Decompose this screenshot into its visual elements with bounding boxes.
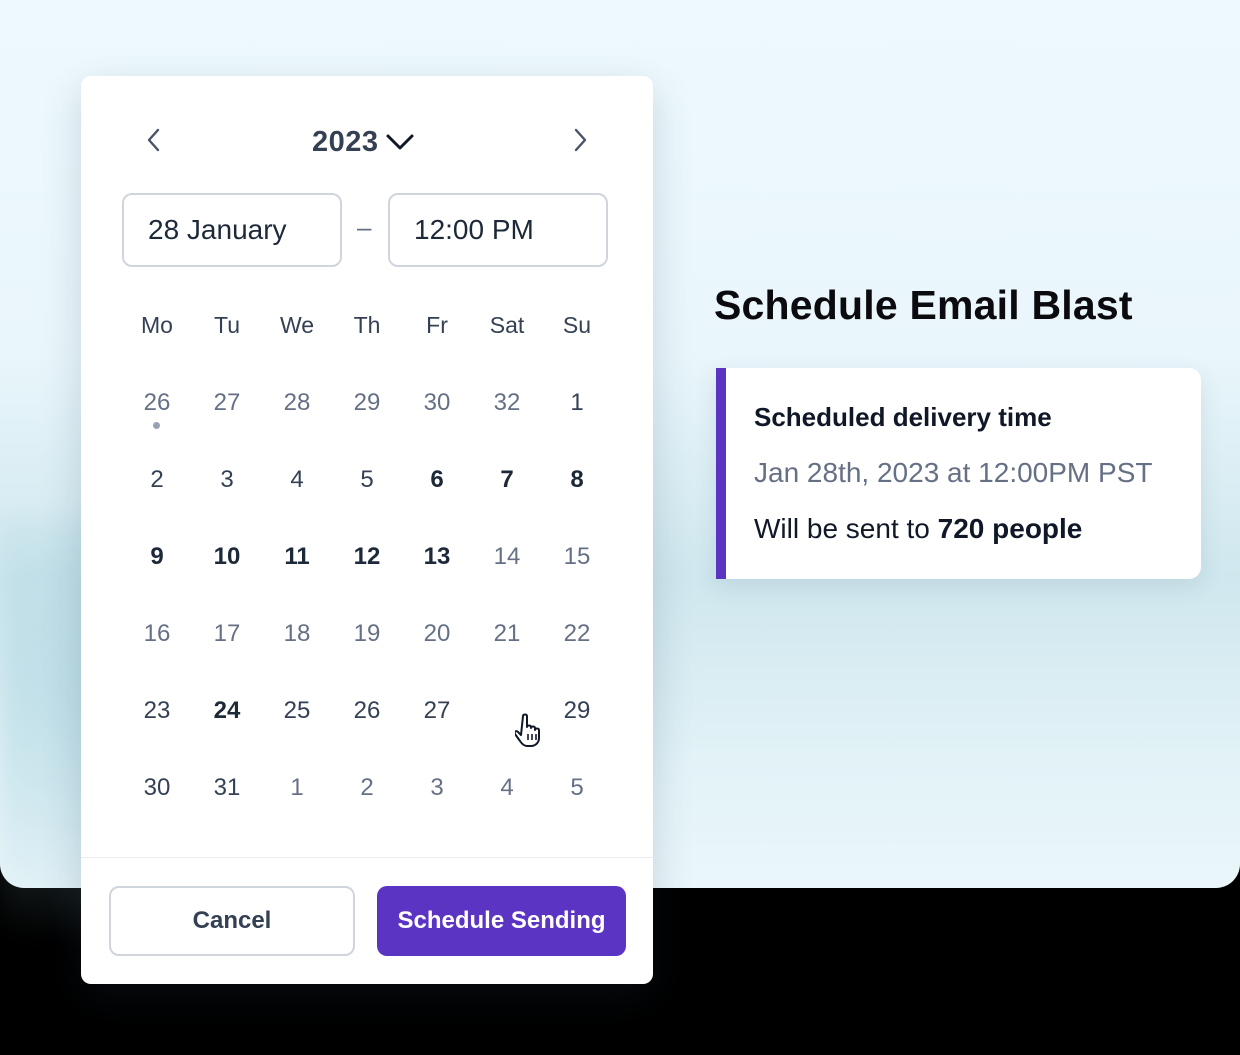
day-cell[interactable]: 22 bbox=[542, 599, 612, 669]
day-cell[interactable]: 20 bbox=[402, 599, 472, 669]
day-cell[interactable]: 14 bbox=[472, 522, 542, 592]
weekday-label: Fr bbox=[426, 312, 448, 338]
schedule-sending-button[interactable]: Schedule Sending bbox=[377, 886, 626, 956]
day-cell[interactable]: 31 bbox=[192, 753, 262, 823]
day-cell[interactable]: 1 bbox=[262, 753, 332, 823]
day-cell[interactable]: 10 bbox=[192, 522, 262, 592]
date-input[interactable]: 28 January bbox=[122, 193, 342, 267]
day-cell[interactable]: 1 bbox=[542, 368, 612, 438]
day-cell[interactable]: 2 bbox=[332, 753, 402, 823]
day-cell[interactable]: 18 bbox=[262, 599, 332, 669]
day-cell[interactable]: 29 bbox=[542, 676, 612, 746]
day-cell[interactable]: 8 bbox=[542, 445, 612, 515]
footer-divider bbox=[81, 857, 653, 858]
next-year-button[interactable] bbox=[566, 126, 594, 154]
day-cell[interactable]: 11 bbox=[262, 522, 332, 592]
day-cell[interactable]: 16 bbox=[122, 599, 192, 669]
cancel-button[interactable]: Cancel bbox=[109, 886, 355, 956]
recipient-summary: Will be sent to 720 people bbox=[754, 513, 1082, 545]
delivery-datetime: Jan 28th, 2023 at 12:00PM PST bbox=[754, 457, 1153, 488]
day-cell[interactable]: 4 bbox=[262, 445, 332, 515]
day-cell[interactable]: 28 bbox=[262, 368, 332, 438]
day-cell[interactable]: 7 bbox=[472, 445, 542, 515]
weekday-label: Tu bbox=[214, 312, 240, 338]
weekday-label: We bbox=[279, 312, 315, 338]
page-title: Schedule Email Blast bbox=[714, 282, 1133, 328]
day-cell[interactable]: 17 bbox=[192, 599, 262, 669]
day-cell[interactable]: 24 bbox=[192, 676, 262, 746]
day-cell[interactable]: 32 bbox=[472, 368, 542, 438]
event-indicator-dot bbox=[153, 422, 160, 429]
chevron-down-icon bbox=[386, 134, 414, 150]
day-cell[interactable]: 5 bbox=[332, 445, 402, 515]
day-cell[interactable]: 3 bbox=[402, 753, 472, 823]
prev-year-button[interactable] bbox=[140, 126, 168, 154]
range-separator: – bbox=[357, 212, 372, 242]
day-cell[interactable]: 19 bbox=[332, 599, 402, 669]
delivery-card-title: Scheduled delivery time bbox=[754, 402, 1052, 432]
day-cell[interactable]: 12 bbox=[332, 522, 402, 592]
day-cell[interactable]: 26 bbox=[332, 676, 402, 746]
day-cell[interactable]: 3 bbox=[192, 445, 262, 515]
chevron-left-icon bbox=[147, 128, 160, 152]
day-cell[interactable]: 25 bbox=[262, 676, 332, 746]
weekday-label: Th bbox=[353, 312, 381, 338]
weekday-label: Su bbox=[562, 312, 592, 338]
day-cell[interactable]: 13 bbox=[402, 522, 472, 592]
day-cell[interactable]: 9 bbox=[122, 522, 192, 592]
hand-pointer-icon bbox=[515, 713, 540, 747]
day-cell[interactable]: 23 bbox=[122, 676, 192, 746]
day-cell[interactable]: 4 bbox=[472, 753, 542, 823]
day-cell[interactable]: 6 bbox=[402, 445, 472, 515]
weekday-label: Mo bbox=[141, 312, 173, 338]
day-cell[interactable]: 21 bbox=[472, 599, 542, 669]
day-cell[interactable]: 29 bbox=[332, 368, 402, 438]
time-input[interactable]: 12:00 PM bbox=[388, 193, 608, 267]
year-dropdown[interactable]: 2023 bbox=[312, 122, 415, 162]
day-cell[interactable]: 5 bbox=[542, 753, 612, 823]
accent-bar bbox=[716, 368, 726, 579]
recipient-prefix: Will be sent to bbox=[754, 513, 938, 544]
day-cell[interactable]: 2 bbox=[122, 445, 192, 515]
year-label: 2023 bbox=[312, 125, 379, 158]
day-cell[interactable]: 15 bbox=[542, 522, 612, 592]
weekday-label: Sat bbox=[489, 312, 525, 338]
day-cell[interactable]: 27 bbox=[402, 676, 472, 746]
day-cell[interactable]: 30 bbox=[402, 368, 472, 438]
recipient-count: 720 people bbox=[937, 513, 1083, 544]
day-cell[interactable]: 30 bbox=[122, 753, 192, 823]
day-cell[interactable]: 27 bbox=[192, 368, 262, 438]
chevron-right-icon bbox=[574, 128, 587, 152]
